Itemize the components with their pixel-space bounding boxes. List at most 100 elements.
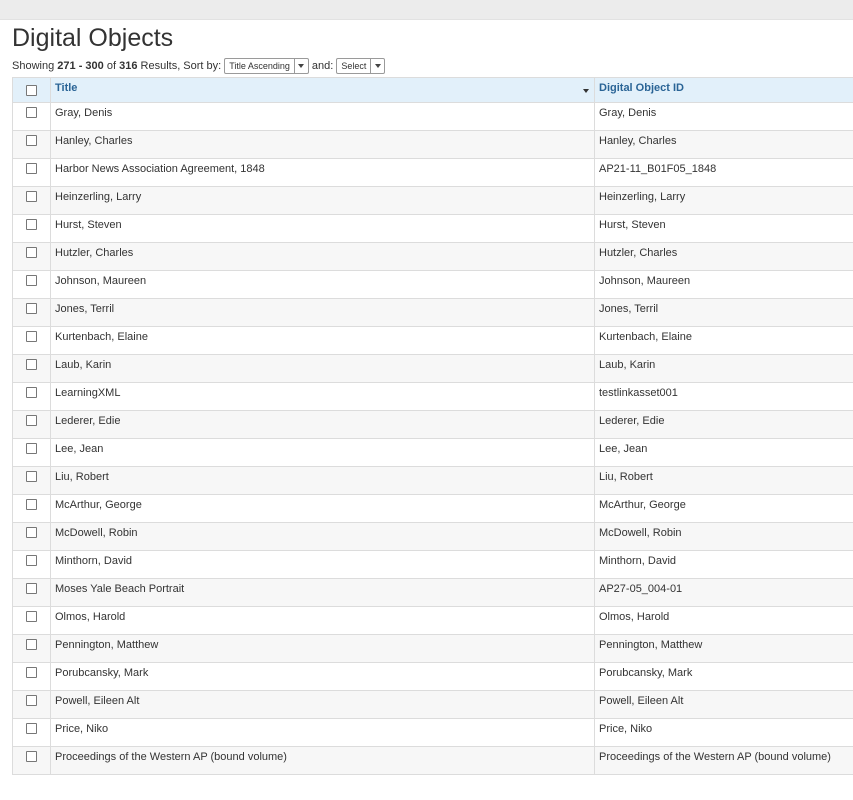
cell-title[interactable]: Heinzerling, Larry [50,186,595,215]
row-checkbox[interactable] [26,667,37,679]
table-row[interactable]: Gray, Denis Gray, Denis [12,102,853,131]
cell-title[interactable]: Hutzler, Charles [50,242,595,271]
cell-title[interactable]: Jones, Terril [50,298,595,327]
secondary-sort-select[interactable]: Select [336,58,386,74]
table-row[interactable]: Liu, Robert Liu, Robert [12,466,853,495]
table-row[interactable]: Laub, Karin Laub, Karin [12,354,853,383]
table-row[interactable]: McArthur, George McArthur, George [12,494,853,523]
cell-title[interactable]: Liu, Robert [50,466,595,495]
table-row[interactable]: Powell, Eileen Alt Powell, Eileen Alt [12,690,853,719]
cell-title[interactable]: Lee, Jean [50,438,595,467]
row-select-cell [12,522,51,551]
row-select-cell [12,186,51,215]
cell-title[interactable]: Porubcansky, Mark [50,662,595,691]
sort-by-value: Title Ascending [229,61,290,71]
row-select-cell [12,634,51,663]
table-row[interactable]: Porubcansky, Mark Porubcansky, Mark [12,662,853,691]
row-checkbox[interactable] [26,135,37,147]
cell-title[interactable]: Powell, Eileen Alt [50,690,595,719]
cell-digital-object-id: testlinkasset001 [594,382,853,411]
cell-title[interactable]: Moses Yale Beach Portrait [50,578,595,607]
cell-title[interactable]: Proceedings of the Western AP (bound vol… [50,746,595,775]
of-label: of [106,60,117,72]
results-summary: Showing 271 - 300 of 316 Results, Sort b… [12,58,388,74]
table-row[interactable]: Hurst, Steven Hurst, Steven [12,214,853,243]
row-checkbox[interactable] [26,415,37,427]
row-checkbox[interactable] [26,611,37,623]
row-checkbox[interactable] [26,471,37,483]
table-header-row: Title Digital Object ID [12,77,853,103]
results-total: 316 [119,60,138,72]
table-row[interactable]: Moses Yale Beach Portrait AP27-05_004-01 [12,578,853,607]
cell-digital-object-id: Laub, Karin [594,354,853,383]
table-row[interactable]: Lee, Jean Lee, Jean [12,438,853,467]
table-row[interactable]: Kurtenbach, Elaine Kurtenbach, Elaine [12,326,853,355]
cell-title[interactable]: Price, Niko [50,718,595,747]
cell-digital-object-id: Pennington, Matthew [594,634,853,663]
cell-title[interactable]: Harbor News Association Agreement, 1848 [50,158,595,187]
table-row[interactable]: Johnson, Maureen Johnson, Maureen [12,270,853,299]
row-checkbox[interactable] [26,583,37,595]
row-checkbox[interactable] [26,499,37,511]
row-checkbox[interactable] [26,219,37,231]
row-select-cell [12,410,51,439]
row-checkbox[interactable] [26,331,37,343]
row-select-cell [12,158,51,187]
table-row[interactable]: Hanley, Charles Hanley, Charles [12,130,853,159]
table-row[interactable]: Lederer, Edie Lederer, Edie [12,410,853,439]
row-checkbox[interactable] [26,359,37,371]
table-row[interactable]: Olmos, Harold Olmos, Harold [12,606,853,635]
row-checkbox[interactable] [26,107,37,119]
row-checkbox[interactable] [26,751,37,763]
row-checkbox[interactable] [26,163,37,175]
cell-title[interactable]: Gray, Denis [50,102,595,131]
row-checkbox[interactable] [26,247,37,259]
cell-title[interactable]: Laub, Karin [50,354,595,383]
table-row[interactable]: Harbor News Association Agreement, 1848 A… [12,158,853,187]
row-checkbox[interactable] [26,443,37,455]
row-checkbox[interactable] [26,639,37,651]
cell-title[interactable]: Kurtenbach, Elaine [50,326,595,355]
cell-title[interactable]: Pennington, Matthew [50,634,595,663]
row-select-cell [12,298,51,327]
cell-title[interactable]: Olmos, Harold [50,606,595,635]
row-checkbox[interactable] [26,723,37,735]
cell-title[interactable]: LearningXML [50,382,595,411]
table-row[interactable]: Proceedings of the Western AP (bound vol… [12,746,853,775]
cell-digital-object-id: Gray, Denis [594,102,853,131]
cell-digital-object-id: Hutzler, Charles [594,242,853,271]
row-checkbox[interactable] [26,275,37,287]
cell-digital-object-id: Olmos, Harold [594,606,853,635]
cell-digital-object-id: McArthur, George [594,494,853,523]
cell-title[interactable]: Hanley, Charles [50,130,595,159]
row-checkbox[interactable] [26,303,37,315]
row-select-cell [12,606,51,635]
column-header-title[interactable]: Title [50,77,595,103]
select-all-checkbox[interactable] [26,84,37,96]
table-row[interactable]: Price, Niko Price, Niko [12,718,853,747]
table-row[interactable]: Heinzerling, Larry Heinzerling, Larry [12,186,853,215]
row-checkbox[interactable] [26,527,37,539]
cell-title[interactable]: Minthorn, David [50,550,595,579]
column-header-digital-object-id[interactable]: Digital Object ID [594,77,853,103]
cell-digital-object-id: Powell, Eileen Alt [594,690,853,719]
table-row[interactable]: McDowell, Robin McDowell, Robin [12,522,853,551]
table-row[interactable]: LearningXML testlinkasset001 [12,382,853,411]
cell-title[interactable]: McDowell, Robin [50,522,595,551]
cell-title[interactable]: Lederer, Edie [50,410,595,439]
caret-down-icon [293,59,308,73]
table-row[interactable]: Minthorn, David Minthorn, David [12,550,853,579]
table-row[interactable]: Pennington, Matthew Pennington, Matthew [12,634,853,663]
cell-title[interactable]: Hurst, Steven [50,214,595,243]
row-checkbox[interactable] [26,695,37,707]
row-checkbox[interactable] [26,555,37,567]
sort-by-select[interactable]: Title Ascending [224,58,309,74]
table-row[interactable]: Hutzler, Charles Hutzler, Charles [12,242,853,271]
row-select-cell [12,466,51,495]
table-row[interactable]: Jones, Terril Jones, Terril [12,298,853,327]
range-separator: - [78,60,83,72]
cell-title[interactable]: Johnson, Maureen [50,270,595,299]
row-checkbox[interactable] [26,387,37,399]
row-checkbox[interactable] [26,191,37,203]
cell-title[interactable]: McArthur, George [50,494,595,523]
